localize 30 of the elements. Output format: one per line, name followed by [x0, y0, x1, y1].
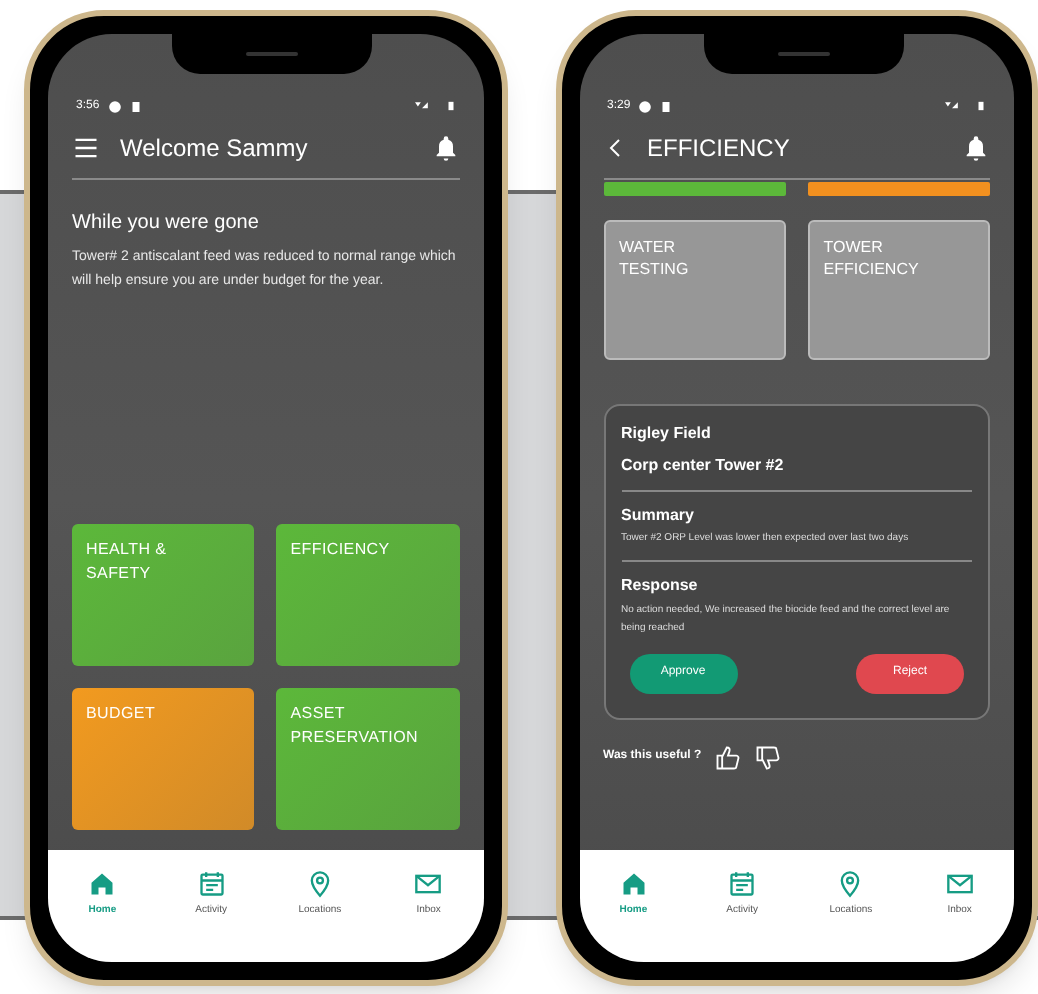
- status-circle-icon: [107, 99, 122, 113]
- envelope-icon: [414, 870, 443, 898]
- category-tile[interactable]: BUDGET: [72, 688, 255, 830]
- category-tile[interactable]: EFFICIENCY: [276, 524, 459, 666]
- category-tile[interactable]: ASSET PRESERVATION: [276, 688, 459, 830]
- thumbs-up-icon[interactable]: [713, 743, 742, 771]
- menu-icon[interactable]: [72, 134, 100, 162]
- thumbs-down-icon[interactable]: [753, 743, 782, 771]
- notice-title: While you were gone: [72, 210, 261, 238]
- bell-icon[interactable]: [431, 134, 459, 162]
- bell-icon[interactable]: [962, 134, 990, 162]
- envelope-icon: [945, 870, 974, 898]
- map-pin-icon: [305, 870, 334, 898]
- calendar-icon: [728, 870, 757, 898]
- home-icon: [88, 870, 117, 898]
- home-icon: [619, 870, 648, 898]
- section-heading: Summary: [621, 504, 696, 528]
- status-circle-icon: [638, 99, 653, 113]
- site-name: Rigley Field: [621, 422, 713, 446]
- category-tile[interactable]: WATER TESTING: [603, 220, 786, 360]
- battery-icon: [445, 98, 455, 114]
- category-tile[interactable]: HEALTH & SAFETY: [72, 524, 255, 666]
- tower-name: Corp center Tower #2: [621, 454, 972, 492]
- section-heading: Response: [621, 573, 700, 597]
- calendar-icon: [197, 870, 226, 898]
- screen-title: Welcome Sammy: [120, 132, 310, 166]
- battery-icon: [976, 98, 986, 114]
- map-pin-icon: [836, 870, 865, 898]
- category-tile[interactable]: TOWER EFFICIENCY: [807, 220, 990, 360]
- screen-title: EFFICIENCY: [647, 132, 792, 166]
